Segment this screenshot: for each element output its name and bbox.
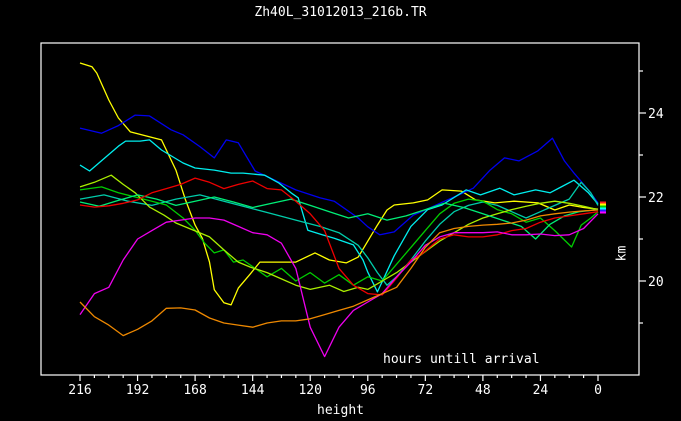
svg-text:120: 120 — [298, 383, 321, 398]
x-axis-title: height — [317, 403, 364, 418]
trajectory-plot-window: Zh40L_31012013_216b.TR 216 192 168 144 120 96… — [0, 0, 681, 421]
plot-axes — [40, 42, 646, 381]
svg-text:96: 96 — [360, 383, 376, 398]
svg-text:72: 72 — [418, 383, 434, 398]
trajectory-red — [79, 177, 599, 296]
svg-text:24: 24 — [648, 107, 664, 122]
arrival-marker — [600, 201, 606, 214]
y-axis-title: km — [614, 245, 630, 262]
svg-text:168: 168 — [183, 383, 206, 398]
svg-text:20: 20 — [648, 275, 664, 290]
plot-canvas: 216 192 168 144 120 96 72 48 24 0 24 22 20 — [40, 42, 664, 398]
trajectory-blue — [79, 114, 599, 236]
trajectory-lines — [79, 62, 599, 358]
axis-tick-labels: 216 192 168 144 120 96 72 48 24 0 24 22 20 — [68, 107, 664, 398]
svg-text:216: 216 — [68, 383, 91, 398]
svg-text:24: 24 — [533, 383, 549, 398]
svg-text:0: 0 — [594, 383, 602, 398]
svg-text:144: 144 — [241, 383, 265, 398]
trajectory-turquoise — [79, 181, 599, 286]
in-plot-annotation: hours untill arrival — [383, 352, 540, 367]
svg-text:22: 22 — [648, 191, 664, 206]
trajectory-magenta — [79, 213, 599, 358]
svg-text:192: 192 — [126, 383, 149, 398]
svg-text:48: 48 — [475, 383, 491, 398]
